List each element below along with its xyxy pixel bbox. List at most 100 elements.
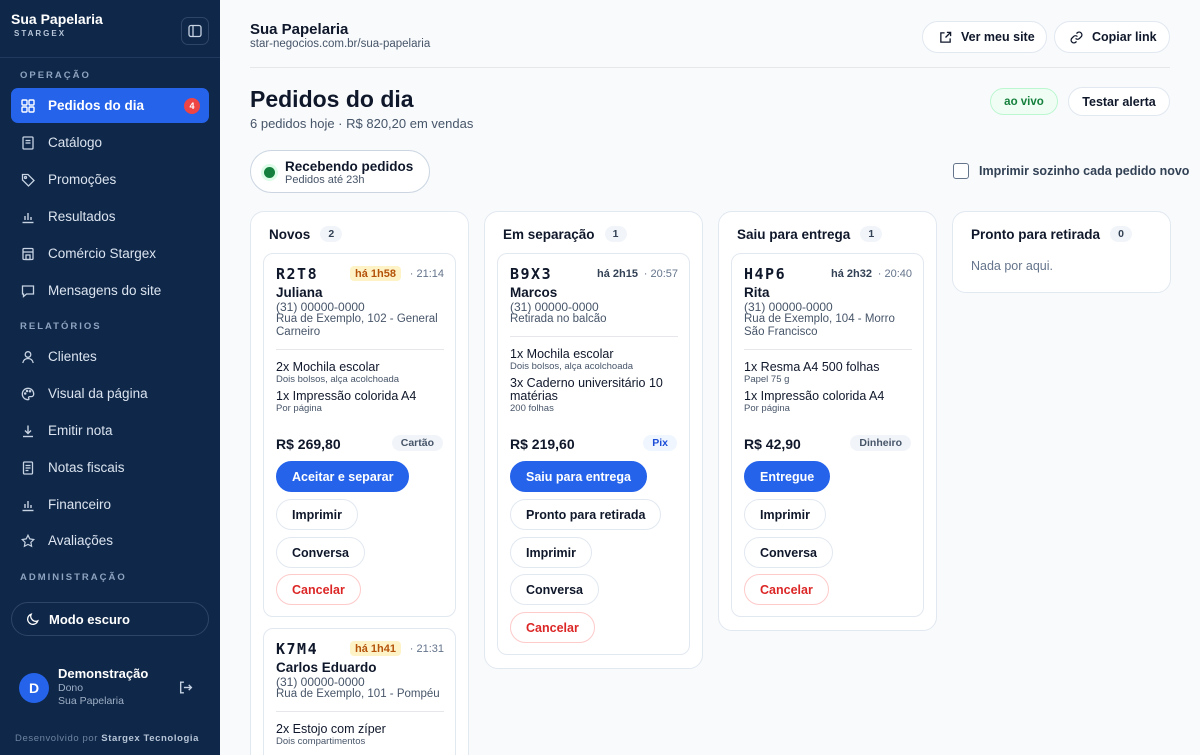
moon-icon bbox=[26, 612, 40, 626]
pickup-note: Retirada no balcão bbox=[510, 313, 607, 325]
cancel-button[interactable]: Cancelar bbox=[510, 612, 595, 643]
header-divider bbox=[250, 67, 1170, 68]
customer-phone: (31) 00000-0000 bbox=[276, 675, 365, 689]
external-link-icon bbox=[939, 31, 952, 44]
store-status-toggle[interactable]: Recebendo pedidos Pedidos até 23h bbox=[250, 150, 430, 193]
item-description: Dois bolsos, alça acolchoada bbox=[276, 374, 400, 385]
cancel-button[interactable]: Cancelar bbox=[276, 574, 361, 605]
elapsed-badge: há 1h58 bbox=[350, 266, 401, 281]
column-count: 0 bbox=[1110, 226, 1133, 242]
live-badge: ao vivo bbox=[990, 88, 1058, 115]
sidebar-item-avaliacoes[interactable]: Avaliações bbox=[11, 523, 209, 558]
elapsed-badge: há 1h41 bbox=[350, 641, 401, 656]
order-card-h4p6[interactable]: H4P6 há 2h32 · 20:40 Rita (31) 00000-000… bbox=[731, 253, 924, 617]
sidebar-divider bbox=[0, 57, 220, 58]
credit-company: Stargex Tecnologia bbox=[101, 733, 199, 744]
column-saiu-para-entrega: Saiu para entrega 1 H4P6 há 2h32 · 20:40… bbox=[718, 211, 937, 631]
section-operacao: OPERAÇÃO bbox=[20, 70, 91, 81]
logout-icon[interactable] bbox=[178, 680, 194, 696]
sidebar-item-financeiro[interactable]: Financeiro bbox=[11, 487, 209, 522]
column-header: Em separação 1 bbox=[503, 226, 627, 242]
dark-mode-label: Modo escuro bbox=[49, 611, 130, 627]
item-name: 3x Caderno universitário 10 matérias bbox=[510, 376, 663, 403]
sidebar-item-mensagens[interactable]: Mensagens do site bbox=[11, 273, 209, 308]
sidebar-item-resultados[interactable]: Resultados bbox=[11, 199, 209, 234]
item-description: Dois compartimentos bbox=[276, 736, 366, 747]
sidebar-item-label: Pedidos do dia bbox=[48, 98, 145, 113]
order-total: R$ 42,90 bbox=[744, 436, 801, 452]
sidebar-item-pedidos[interactable]: Pedidos do dia 4 bbox=[11, 88, 209, 123]
item-name: 1x Impressão colorida A4 bbox=[276, 389, 417, 403]
order-code: K7M4 bbox=[276, 640, 319, 658]
store-title: Sua Papelaria bbox=[250, 21, 349, 38]
sidebar-item-clientes[interactable]: Clientes bbox=[11, 339, 209, 374]
test-alert-button[interactable]: Testar alerta bbox=[1068, 87, 1170, 116]
sidebar-item-label: Visual da página bbox=[48, 386, 148, 401]
store-url: star-negocios.com.br/sua-papelaria bbox=[250, 38, 431, 50]
sidebar-item-visual[interactable]: Visual da página bbox=[11, 376, 209, 411]
print-button[interactable]: Imprimir bbox=[510, 537, 593, 568]
brand-subtitle: STARGEX bbox=[14, 29, 67, 38]
status-title: Recebendo pedidos bbox=[285, 159, 414, 174]
customer-name: Marcos bbox=[510, 285, 558, 300]
orders-count-badge: 4 bbox=[184, 98, 200, 114]
auto-print-option[interactable]: Imprimir sozinho cada pedido novo bbox=[953, 163, 1189, 179]
star-icon bbox=[20, 533, 36, 549]
order-card-k7m4[interactable]: K7M4 há 1h41 · 21:31 Carlos Eduardo (31)… bbox=[263, 628, 456, 755]
sidebar-item-catalogo[interactable]: Catálogo bbox=[11, 125, 209, 160]
card-divider bbox=[276, 349, 444, 350]
sidebar-item-emitir-nota[interactable]: Emitir nota bbox=[11, 413, 209, 448]
item-description: Por página bbox=[744, 403, 790, 414]
column-count: 1 bbox=[604, 226, 627, 242]
status-dot bbox=[264, 167, 275, 178]
ready-for-pickup-button[interactable]: Pronto para retirada bbox=[510, 499, 662, 530]
column-header: Saiu para entrega 1 bbox=[737, 226, 883, 242]
cancel-button[interactable]: Cancelar bbox=[744, 574, 829, 605]
print-button[interactable]: Imprimir bbox=[276, 499, 359, 530]
palette-icon bbox=[20, 386, 36, 402]
accept-button[interactable]: Aceitar e separar bbox=[276, 461, 410, 492]
order-time: · 20:40 bbox=[877, 268, 912, 280]
card-divider bbox=[276, 711, 444, 712]
status-subtitle: Pedidos até 23h bbox=[285, 174, 365, 186]
grid-icon bbox=[20, 98, 36, 114]
view-site-button[interactable]: Ver meu site bbox=[922, 21, 1047, 53]
sidebar-item-label: Comércio Stargex bbox=[48, 246, 157, 261]
item-name: 2x Mochila escolar bbox=[276, 360, 380, 374]
credit-prefix: Desenvolvido por bbox=[15, 733, 99, 744]
user-role: Dono bbox=[58, 682, 84, 694]
order-time: · 21:14 bbox=[409, 268, 444, 280]
customer-name: Rita bbox=[744, 285, 770, 300]
dark-mode-button[interactable]: Modo escuro bbox=[11, 602, 209, 636]
sidebar-toggle-button[interactable] bbox=[181, 17, 209, 45]
order-card-b9x3[interactable]: B9X3 há 2h15 · 20:57 Marcos (31) 00000-0… bbox=[497, 253, 690, 655]
sidebar-item-comercio[interactable]: Comércio Stargex bbox=[11, 236, 209, 271]
auto-print-checkbox[interactable] bbox=[953, 163, 969, 179]
sidebar-item-label: Clientes bbox=[48, 349, 97, 364]
column-title: Em separação bbox=[503, 226, 595, 242]
sidebar-item-label: Financeiro bbox=[48, 497, 112, 512]
column-novos: Novos 2 R2T8 há 1h58 · 21:14 Juliana (31… bbox=[250, 211, 469, 755]
chat-button[interactable]: Conversa bbox=[276, 537, 365, 568]
sidebar-item-notas-fiscais[interactable]: Notas fiscais bbox=[11, 450, 209, 485]
sidebar-item-promocoes[interactable]: Promoções bbox=[11, 162, 209, 197]
payment-badge: Pix bbox=[643, 435, 677, 451]
order-total: R$ 269,80 bbox=[276, 436, 341, 452]
print-button[interactable]: Imprimir bbox=[744, 499, 827, 530]
view-site-label: Ver meu site bbox=[961, 30, 1035, 44]
column-title: Pronto para retirada bbox=[971, 226, 1101, 242]
item-description: 200 folhas bbox=[510, 403, 554, 414]
column-header: Novos 2 bbox=[269, 226, 343, 242]
customer-name: Juliana bbox=[276, 285, 323, 300]
chat-button[interactable]: Conversa bbox=[510, 574, 599, 605]
user-store: Sua Papelaria bbox=[58, 695, 124, 707]
item-description: Por página bbox=[276, 403, 322, 414]
store-icon bbox=[20, 246, 36, 262]
chat-button[interactable]: Conversa bbox=[744, 537, 833, 568]
out-for-delivery-button[interactable]: Saiu para entrega bbox=[510, 461, 647, 492]
delivered-button[interactable]: Entregue bbox=[744, 461, 831, 492]
copy-link-button[interactable]: Copiar link bbox=[1054, 21, 1170, 53]
download-icon bbox=[20, 423, 36, 439]
order-card-r2t8[interactable]: R2T8 há 1h58 · 21:14 Juliana (31) 00000-… bbox=[263, 253, 456, 617]
sidebar-item-label: Catálogo bbox=[48, 135, 103, 150]
